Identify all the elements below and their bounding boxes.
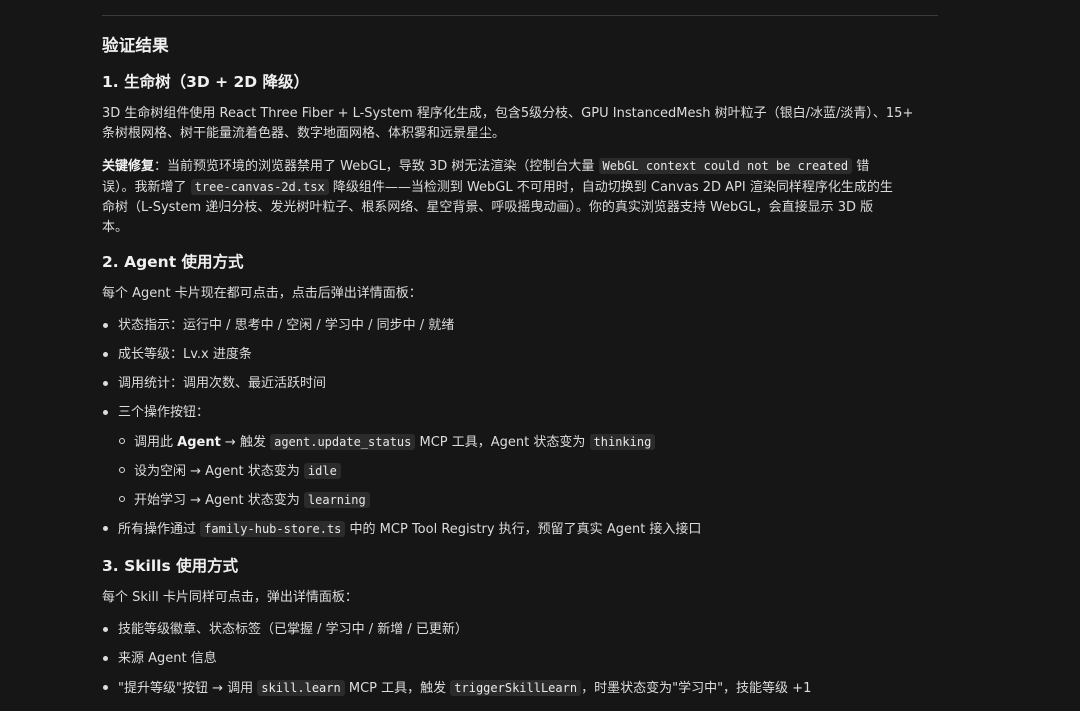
page-heading: 验证结果 <box>102 36 169 55</box>
thinking-code: thinking <box>589 434 656 450</box>
section2-title: 2. Agent 使用方式 <box>102 253 244 271</box>
list-item: "提升等级"按钮 → 调用 skill.learn MCP 工具，触发 trig… <box>103 678 812 699</box>
sub1-text-c: MCP 工具，Agent 状态变为 <box>415 435 590 450</box>
sub-list-item: 设为空闲 → Agent 状态变为 idle <box>119 461 341 482</box>
item3-text-c: ，时墨状态变为"学习中"，技能等级 +1 <box>581 681 812 696</box>
list-item: 成长等级：Lv.x 进度条 <box>103 345 252 365</box>
fix-text-1: ：当前预览环境的浏览器禁用了 WebGL，导致 3D 树无法渲染（控制台大量 <box>154 159 599 174</box>
section2-intro: 每个 Agent 卡片现在都可点击，点击后弹出详情面板： <box>102 286 422 301</box>
circle-bullet-icon <box>119 496 125 502</box>
circle-bullet-icon <box>119 438 125 444</box>
sub1-text-a: 调用此 <box>134 435 178 450</box>
sub1-text-b: → 触发 <box>220 435 271 450</box>
section1-para-line1: 3D 生命树组件使用 React Three Fiber + L-System … <box>102 106 914 121</box>
bullet-icon <box>103 352 108 357</box>
top-divider <box>102 15 938 16</box>
section1-paragraph: 3D 生命树组件使用 React Three Fiber + L-System … <box>102 104 938 144</box>
list-item-text: 三个操作按钮： <box>118 405 210 420</box>
list-item: 状态指示：运行中 / 思考中 / 空闲 / 学习中 / 同步中 / 就绪 <box>103 316 455 336</box>
section1-title: 1. 生命树（3D + 2D 降级） <box>102 73 310 91</box>
last-text-a: 所有操作通过 <box>118 522 201 537</box>
last-text-b: 中的 MCP Tool Registry 执行，预留了真实 Agent 接入接口 <box>345 522 702 537</box>
webgl-error-code: WebGL context could not be created <box>598 158 853 174</box>
sub-list-item: 开始学习 → Agent 状态变为 learning <box>119 490 370 511</box>
sub3-text: 开始学习 → Agent 状态变为 <box>134 493 304 508</box>
fix-line1: 关键修复：当前预览环境的浏览器禁用了 WebGL，导致 3D 树无法渲染（控制台… <box>102 156 938 177</box>
section3-intro: 每个 Skill 卡片同样可点击，弹出详情面板： <box>102 590 358 605</box>
trigger-skill-learn-code: triggerSkillLearn <box>450 680 582 696</box>
list-item-text: 调用统计：调用次数、最近活跃时间 <box>118 376 327 391</box>
bullet-icon <box>103 410 108 415</box>
list-item-text: 来源 Agent 信息 <box>118 651 217 666</box>
list-item: 调用统计：调用次数、最近活跃时间 <box>103 374 327 394</box>
bullet-icon <box>103 381 108 386</box>
list-item-text: 技能等级徽章、状态标签（已掌握 / 学习中 / 新增 / 已更新） <box>118 622 468 637</box>
fix-text-3: 误）。我新增了 <box>102 180 191 195</box>
list-item: 技能等级徽章、状态标签（已掌握 / 学习中 / 新增 / 已更新） <box>103 620 468 640</box>
section3-title: 3. Skills 使用方式 <box>102 557 239 575</box>
learning-code: learning <box>303 492 370 508</box>
fix-text-4: 降级组件——当检测到 WebGL 不可用时，自动切换到 Canvas 2D AP… <box>328 180 893 195</box>
store-file-code: family-hub-store.ts <box>200 521 346 537</box>
fix-line3: 命树（L-System 递归分枝、发光树叶粒子、根系网络、星空背景、呼吸摇曳动画… <box>102 200 874 215</box>
skill-learn-code: skill.learn <box>257 680 345 696</box>
circle-bullet-icon <box>119 467 125 473</box>
bullet-icon <box>103 526 108 531</box>
bullet-icon <box>103 323 108 328</box>
fix-text-2: 错 <box>852 159 870 174</box>
item3-text-b: MCP 工具，触发 <box>344 681 451 696</box>
tree-canvas-file-code: tree-canvas-2d.tsx <box>190 179 329 195</box>
sub2-text: 设为空闲 → Agent 状态变为 <box>134 464 304 479</box>
bullet-icon <box>103 685 108 690</box>
bullet-icon <box>103 656 108 661</box>
list-item-text: 状态指示：运行中 / 思考中 / 空闲 / 学习中 / 同步中 / 就绪 <box>118 318 455 333</box>
idle-code: idle <box>303 463 341 479</box>
list-item-text: 成长等级：Lv.x 进度条 <box>118 347 252 362</box>
fix-line4: 本。 <box>102 220 129 235</box>
item3-text-a: "提升等级"按钮 → 调用 <box>118 681 258 696</box>
update-status-code: agent.update_status <box>270 434 416 450</box>
sub-list-item: 调用此 Agent → 触发 agent.update_status MCP 工… <box>119 432 656 453</box>
sub1-agent-strong: Agent <box>177 435 221 450</box>
list-item: 来源 Agent 信息 <box>103 649 217 669</box>
fix-label: 关键修复 <box>102 159 155 174</box>
fix-paragraph: 关键修复：当前预览环境的浏览器禁用了 WebGL，导致 3D 树无法渲染（控制台… <box>102 156 938 238</box>
fix-line2: 误）。我新增了 tree-canvas-2d.tsx 降级组件——当检测到 We… <box>102 177 938 198</box>
list-item: 所有操作通过 family-hub-store.ts 中的 MCP Tool R… <box>103 519 702 540</box>
bullet-icon <box>103 627 108 632</box>
list-item: 三个操作按钮： <box>103 403 210 423</box>
section1-para-line2: 条树根网格、树干能量流着色器、数字地面网格、体积雾和远景星尘。 <box>102 126 506 141</box>
